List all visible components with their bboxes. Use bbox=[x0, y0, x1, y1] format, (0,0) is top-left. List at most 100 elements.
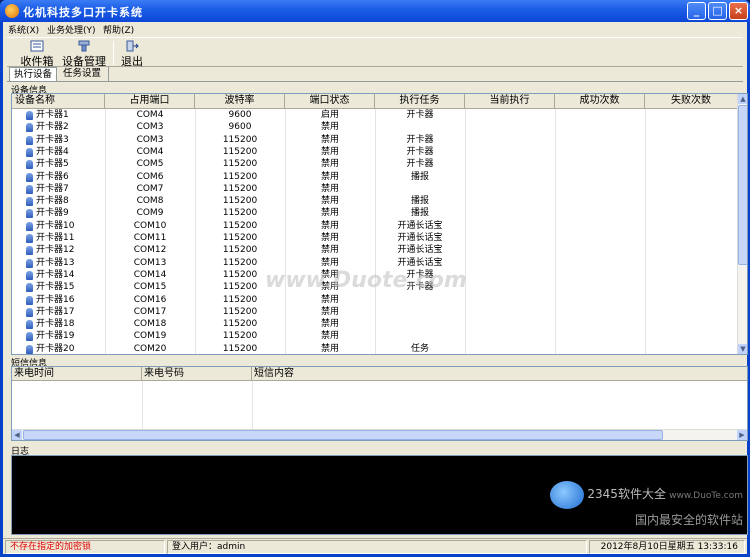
col-success[interactable]: 成功次数 bbox=[555, 94, 645, 109]
cell-baud: 115200 bbox=[222, 220, 258, 231]
device-table[interactable]: 设备名称 占用端口 波特率 端口状态 执行任务 当前执行 成功次数 失败次数 开… bbox=[11, 93, 748, 355]
device-management-icon bbox=[78, 40, 90, 52]
watermark-logo-icon bbox=[550, 481, 585, 509]
table-row[interactable]: 开卡器7 COM7 115200 禁用 bbox=[12, 183, 738, 195]
cell-port: COM14 bbox=[133, 269, 167, 280]
scroll-left-arrow[interactable]: ◀ bbox=[12, 430, 22, 440]
device-icon bbox=[26, 184, 33, 194]
cell-name: 开卡器2 bbox=[36, 122, 69, 133]
cell-task: 开通长话宝 bbox=[397, 233, 443, 243]
table-row[interactable]: 开卡器5 COM5 115200 禁用 开卡器 bbox=[12, 158, 738, 170]
cell-baud: 115200 bbox=[222, 171, 258, 182]
menu-system[interactable]: 系统(X) bbox=[8, 23, 39, 36]
device-table-scrollbar[interactable]: ▲ ▼ bbox=[737, 94, 747, 354]
device-icon bbox=[26, 246, 33, 256]
table-row[interactable]: 开卡器2 COM3 9600 禁用 bbox=[12, 121, 738, 133]
device-icon bbox=[26, 123, 33, 133]
cell-baud: 115200 bbox=[222, 319, 258, 330]
col-task[interactable]: 执行任务 bbox=[375, 94, 465, 109]
cell-baud: 115200 bbox=[222, 183, 258, 194]
table-row[interactable]: 开卡器1 COM4 9600 启用 开卡器 bbox=[12, 109, 738, 121]
col-caller-number[interactable]: 来电号码 bbox=[142, 367, 252, 381]
log-panel[interactable]: 2345软件大全 www.DuoTe.com 国内最安全的软件站 bbox=[11, 455, 748, 535]
table-row[interactable]: 开卡器20 COM20 115200 禁用 任务 bbox=[12, 343, 738, 354]
scroll-right-arrow[interactable]: ▶ bbox=[737, 430, 747, 440]
table-row[interactable]: 开卡器11 COM11 115200 禁用 开通长话宝 bbox=[12, 232, 738, 244]
table-row[interactable]: 开卡器3 COM3 115200 禁用 开卡器 bbox=[12, 134, 738, 146]
col-port[interactable]: 占用端口 bbox=[105, 94, 195, 109]
scroll-down-arrow[interactable]: ▼ bbox=[738, 344, 747, 354]
cell-status: 禁用 bbox=[320, 183, 339, 194]
col-call-time[interactable]: 来电时间 bbox=[12, 367, 142, 381]
minimize-button[interactable]: _ bbox=[687, 2, 706, 20]
cell-baud: 115200 bbox=[222, 331, 258, 342]
col-current[interactable]: 当前执行 bbox=[465, 94, 555, 109]
watermark-site: www.DuoTe.com bbox=[669, 491, 743, 501]
tab-devices[interactable]: 执行设备 bbox=[9, 67, 57, 82]
scroll-up-arrow[interactable]: ▲ bbox=[738, 94, 747, 104]
cell-port: COM13 bbox=[133, 257, 167, 268]
cell-name: 开卡器8 bbox=[36, 196, 69, 207]
table-row[interactable]: 开卡器9 COM9 115200 禁用 播报 bbox=[12, 207, 738, 219]
cell-status: 禁用 bbox=[320, 208, 339, 219]
sms-table-scrollbar[interactable]: ◀ ▶ bbox=[12, 429, 747, 440]
tab-task-settings[interactable]: 任务设置 bbox=[59, 67, 109, 82]
table-row[interactable]: 开卡器10 COM10 115200 禁用 开通长话宝 bbox=[12, 220, 738, 232]
device-management-button[interactable]: 设备管理 bbox=[61, 40, 107, 68]
device-icon bbox=[26, 197, 33, 207]
table-row[interactable]: 开卡器18 COM18 115200 禁用 bbox=[12, 318, 738, 330]
cell-port: COM3 bbox=[136, 122, 164, 133]
cell-name: 开卡器20 bbox=[36, 343, 75, 354]
table-row[interactable]: 开卡器17 COM17 115200 禁用 bbox=[12, 306, 738, 318]
cell-status: 启用 bbox=[320, 110, 339, 120]
table-row[interactable]: 开卡器4 COM4 115200 禁用 开卡器 bbox=[12, 146, 738, 158]
scroll-thumb[interactable] bbox=[738, 105, 747, 265]
col-port-status[interactable]: 端口状态 bbox=[285, 94, 375, 109]
device-icon bbox=[26, 221, 33, 231]
cell-port: COM15 bbox=[133, 282, 167, 293]
inbox-button[interactable]: 收件箱 bbox=[17, 40, 57, 68]
menu-business[interactable]: 业务处理(Y) bbox=[47, 23, 96, 36]
title-bar[interactable]: 化机科技多口开卡系统 _ □ × bbox=[0, 0, 750, 22]
menu-help[interactable]: 帮助(Z) bbox=[103, 23, 134, 36]
cell-status: 禁用 bbox=[320, 122, 339, 133]
cell-name: 开卡器12 bbox=[36, 245, 75, 256]
col-sms-content[interactable]: 短信内容 bbox=[252, 367, 747, 381]
cell-name: 开卡器7 bbox=[36, 183, 69, 194]
device-icon bbox=[26, 135, 33, 145]
watermark-logo-text: 2345软件大全 bbox=[587, 487, 666, 501]
menu-bar: 系统(X) 业务处理(Y) 帮助(Z) bbox=[3, 22, 747, 37]
cell-task: 开卡器 bbox=[406, 146, 434, 157]
cell-baud: 115200 bbox=[222, 306, 258, 317]
sms-table[interactable]: 来电时间 来电号码 短信内容 ◀ ▶ bbox=[11, 366, 748, 441]
close-button[interactable]: × bbox=[729, 2, 748, 20]
maximize-button[interactable]: □ bbox=[708, 2, 727, 20]
cell-task: 开通长话宝 bbox=[397, 220, 443, 231]
col-failure[interactable]: 失败次数 bbox=[645, 94, 738, 109]
cell-name: 开卡器19 bbox=[36, 331, 75, 342]
cell-name: 开卡器13 bbox=[36, 257, 75, 268]
col-baud[interactable]: 波特率 bbox=[195, 94, 285, 109]
cell-baud: 9600 bbox=[228, 122, 252, 133]
col-device-name[interactable]: 设备名称 bbox=[12, 94, 105, 109]
cell-status: 禁用 bbox=[320, 331, 339, 342]
cell-port: COM3 bbox=[136, 134, 164, 145]
cell-port: COM12 bbox=[133, 245, 167, 256]
table-row[interactable]: 开卡器19 COM19 115200 禁用 bbox=[12, 330, 738, 342]
device-table-header: 设备名称 占用端口 波特率 端口状态 执行任务 当前执行 成功次数 失败次数 bbox=[12, 94, 738, 109]
table-row[interactable]: 开卡器12 COM12 115200 禁用 开通长话宝 bbox=[12, 244, 738, 256]
exit-button[interactable]: 退出 bbox=[119, 40, 145, 68]
main-window: 化机科技多口开卡系统 _ □ × 系统(X) 业务处理(Y) 帮助(Z) 收件箱… bbox=[0, 0, 750, 557]
table-row[interactable]: 开卡器6 COM6 115200 禁用 播报 bbox=[12, 171, 738, 183]
cell-name: 开卡器3 bbox=[36, 134, 69, 145]
device-icon bbox=[26, 172, 33, 182]
cell-task: 开卡器 bbox=[406, 159, 434, 170]
cell-status: 禁用 bbox=[320, 257, 339, 268]
cell-port: COM17 bbox=[133, 306, 167, 317]
scroll-thumb[interactable] bbox=[23, 430, 663, 440]
grid-line bbox=[252, 381, 253, 429]
table-row[interactable]: 开卡器8 COM8 115200 禁用 播报 bbox=[12, 195, 738, 207]
device-icon bbox=[26, 270, 33, 280]
cell-port: COM16 bbox=[133, 294, 167, 305]
table-row[interactable]: 开卡器16 COM16 115200 禁用 bbox=[12, 294, 738, 306]
